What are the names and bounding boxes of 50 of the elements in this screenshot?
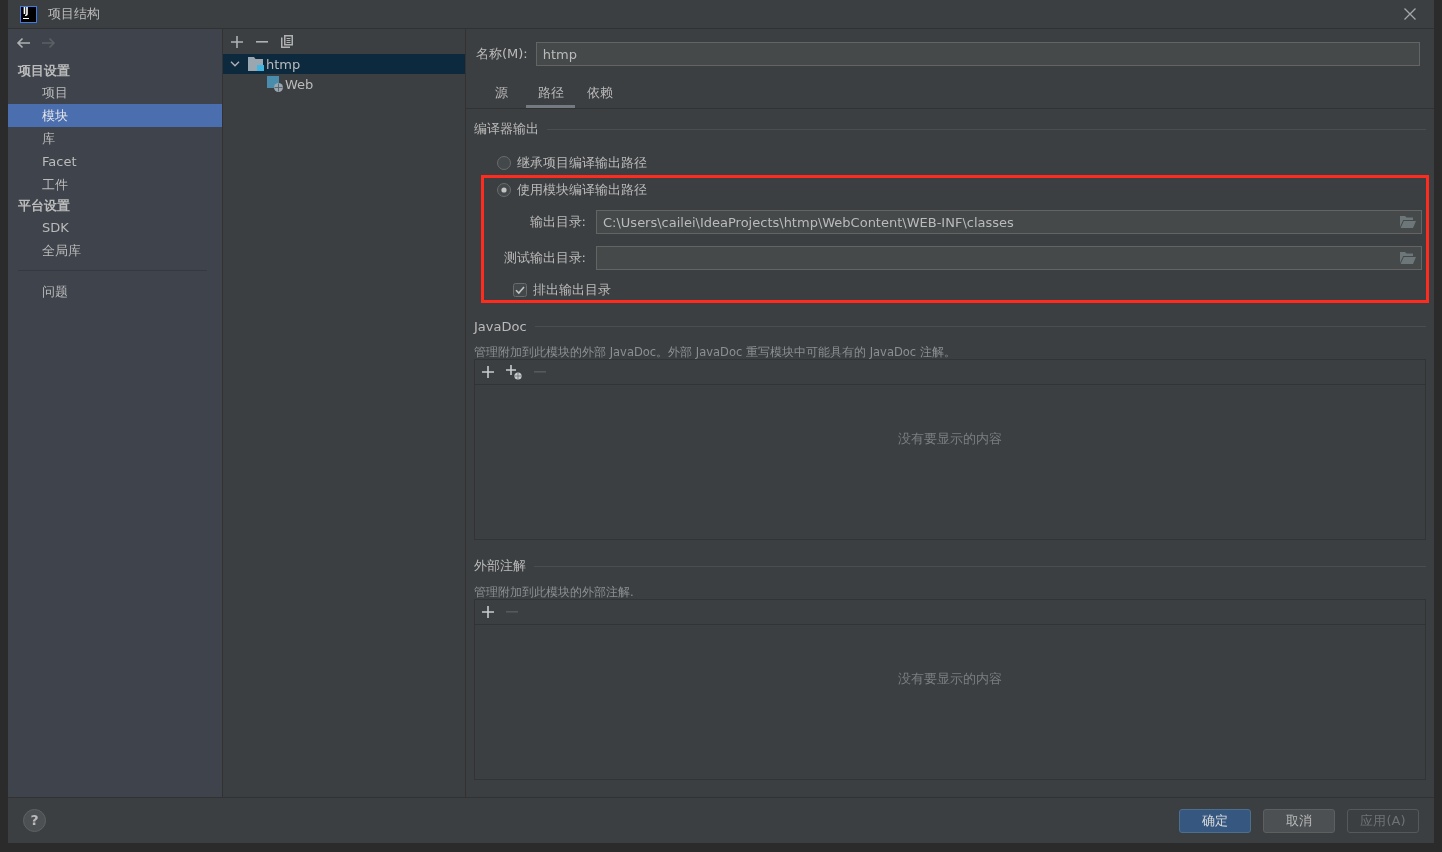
section-description: 管理附加到此模块的外部注解. [474, 585, 634, 599]
close-icon[interactable] [1404, 8, 1416, 20]
empty-state-text: 没有要显示的内容 [898, 671, 1002, 687]
chevron-down-icon[interactable] [230, 61, 240, 67]
section-description: 管理附加到此模块的外部 JavaDoc。外部 JavaDoc 重写模块中可能具有的 JavaDoc 注解。 [474, 345, 956, 359]
back-arrow-icon[interactable] [16, 37, 30, 49]
radio-option[interactable]: 继承项目编译输出路径 [497, 153, 647, 173]
app-logo: IJ [20, 5, 37, 23]
tree-item[interactable]: Web [223, 74, 465, 94]
path-field[interactable] [596, 246, 1422, 270]
section-title: 外部注解 [474, 557, 526, 575]
nav-item[interactable]: 模块 [8, 104, 222, 127]
section-header: 项目设置 [16, 62, 71, 80]
add-icon[interactable] [482, 606, 494, 618]
dialog-button[interactable]: 确定 [1179, 808, 1251, 833]
radio-icon[interactable] [497, 156, 511, 170]
remove-icon[interactable] [256, 40, 268, 43]
copy-icon[interactable] [281, 35, 293, 48]
nav-item[interactable]: 工件 [8, 173, 222, 196]
tab[interactable]: 路径 [526, 80, 575, 108]
checkbox-option[interactable]: 排出输出目录 [513, 280, 611, 300]
add-icon[interactable] [231, 35, 243, 48]
dialog-button[interactable]: 取消 [1263, 808, 1335, 833]
tree-item[interactable]: htmp [223, 54, 465, 74]
empty-state-text: 没有要显示的内容 [898, 431, 1002, 447]
folder-icon [248, 57, 264, 71]
window-title: 项目结构 [48, 5, 101, 23]
radio-option[interactable]: 使用模块编译输出路径 [497, 180, 647, 200]
path-label: 测试输出目录: [503, 249, 586, 267]
section-header: 平台设置 [17, 197, 71, 215]
nav-item[interactable]: 项目 [8, 81, 222, 104]
path-field[interactable]: C:\Users\cailei\IdeaProjects\htmp\WebContent\WEB-INF\classes [596, 210, 1422, 234]
help-button[interactable]: ? [23, 809, 46, 832]
name-field[interactable]: htmp [535, 42, 1420, 66]
add-icon[interactable] [482, 366, 494, 378]
nav-item[interactable]: SDK [8, 216, 222, 239]
web-icon [267, 76, 283, 92]
nav-item[interactable]: Facet [8, 150, 222, 173]
section-title: 编译器输出 [474, 120, 539, 138]
nav-item[interactable]: 问题 [8, 280, 222, 303]
tab[interactable]: 源 [477, 80, 526, 108]
nav-item[interactable]: 库 [8, 127, 222, 150]
section-title: JavaDoc [474, 318, 527, 334]
path-label: 输出目录: [529, 213, 586, 231]
nav-item[interactable]: 全局库 [8, 239, 222, 262]
name-label: 名称(M): [476, 45, 528, 63]
add-globe-icon[interactable] [506, 364, 522, 380]
checkbox-icon[interactable] [513, 283, 527, 297]
tab[interactable]: 依赖 [575, 80, 624, 108]
radio-icon[interactable] [497, 183, 511, 197]
